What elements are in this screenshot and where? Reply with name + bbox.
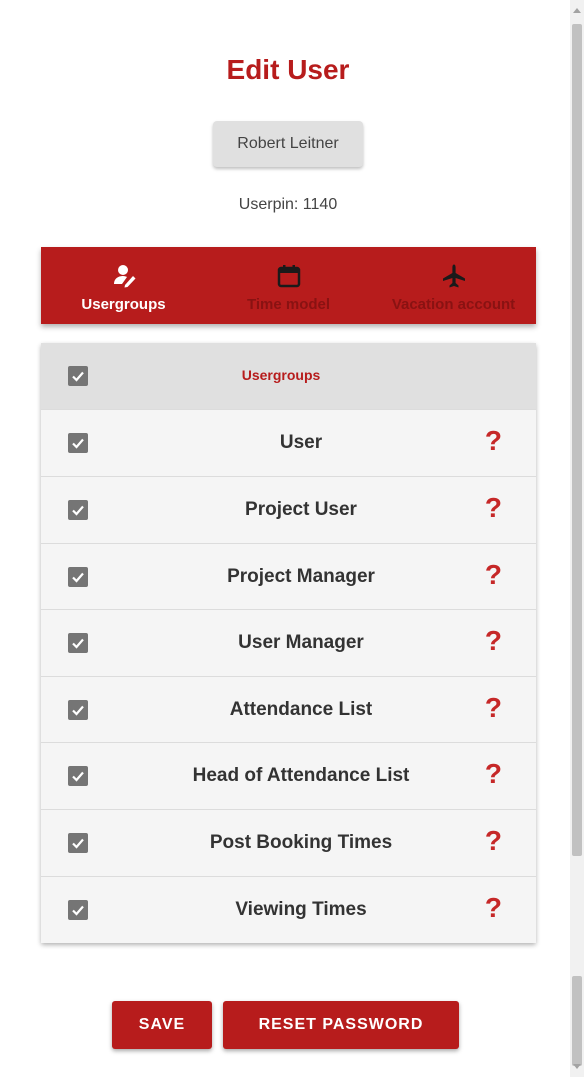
check-icon <box>72 771 84 782</box>
row-checkbox[interactable] <box>68 900 88 920</box>
scrollbar-thumb[interactable] <box>572 24 582 856</box>
usergroup-label: Viewing Times <box>235 899 367 920</box>
usergroup-label: Post Booking Times <box>209 832 393 853</box>
table-row: Head of Attendance List ? <box>41 742 536 809</box>
help-icon[interactable]: ? <box>485 892 502 924</box>
row-checkbox[interactable] <box>68 633 88 653</box>
row-checkbox[interactable] <box>68 833 88 853</box>
row-checkbox[interactable] <box>68 567 88 587</box>
scrollbar-track-segment[interactable] <box>572 976 582 1066</box>
check-icon <box>72 705 84 716</box>
check-icon <box>72 371 84 382</box>
save-button[interactable]: SAVE <box>112 1001 212 1049</box>
help-icon[interactable]: ? <box>485 425 502 457</box>
scroll-up-icon[interactable] <box>573 8 581 13</box>
row-checkbox[interactable] <box>68 766 88 786</box>
table-row: Attendance List ? <box>41 676 536 743</box>
table-row: User ? <box>41 409 536 476</box>
row-checkbox[interactable] <box>68 700 88 720</box>
help-icon[interactable]: ? <box>485 559 502 591</box>
airplane-icon <box>441 262 467 290</box>
tab-usergroups[interactable]: Usergroups <box>41 247 206 324</box>
tab-bar: Usergroups Time model Vacation account <box>41 247 536 324</box>
tab-label: Vacation account <box>391 296 516 313</box>
usergroup-label: Attendance List <box>229 699 373 720</box>
scroll-down-icon[interactable] <box>573 1064 581 1069</box>
help-icon[interactable]: ? <box>485 825 502 857</box>
select-all-checkbox[interactable] <box>68 366 88 386</box>
help-icon[interactable]: ? <box>485 758 502 790</box>
table-row: Project Manager ? <box>41 543 536 610</box>
table-row: Post Booking Times ? <box>41 809 536 876</box>
usergroup-label: User <box>279 432 323 453</box>
user-name-button[interactable]: Robert Leitner <box>213 121 363 167</box>
table-header-label: Usergroups <box>241 367 321 383</box>
table-row: User Manager ? <box>41 609 536 676</box>
tab-label: Usergroups <box>81 296 166 313</box>
usergroups-table: Usergroups User ? Project User ? Project… <box>41 343 536 943</box>
check-icon <box>72 638 84 649</box>
table-row: Project User ? <box>41 476 536 543</box>
row-checkbox[interactable] <box>68 433 88 453</box>
check-icon <box>72 438 84 449</box>
check-icon <box>72 905 84 916</box>
table-row: Viewing Times ? <box>41 876 536 943</box>
usergroup-label: Project Manager <box>227 566 375 587</box>
userpin-text: Userpin: 1140 <box>238 196 338 213</box>
check-icon <box>72 505 84 516</box>
calendar-icon <box>276 262 302 290</box>
check-icon <box>72 572 84 583</box>
help-icon[interactable]: ? <box>485 492 502 524</box>
usergroup-label: Project User <box>245 499 357 520</box>
tab-label: Time model <box>246 296 331 313</box>
tab-vacation-account[interactable]: Vacation account <box>371 247 536 324</box>
check-icon <box>72 838 84 849</box>
user-edit-icon <box>111 262 137 290</box>
vertical-scrollbar[interactable] <box>570 0 584 1077</box>
help-icon[interactable]: ? <box>485 692 502 724</box>
reset-password-button[interactable]: RESET PASSWORD <box>223 1001 459 1049</box>
row-checkbox[interactable] <box>68 500 88 520</box>
help-icon[interactable]: ? <box>485 625 502 657</box>
usergroup-label: Head of Attendance List <box>192 765 410 786</box>
tab-time-model[interactable]: Time model <box>206 247 371 324</box>
usergroup-label: User Manager <box>238 632 364 653</box>
table-header-row: Usergroups <box>41 343 536 409</box>
page-title: Edit User <box>226 54 350 85</box>
